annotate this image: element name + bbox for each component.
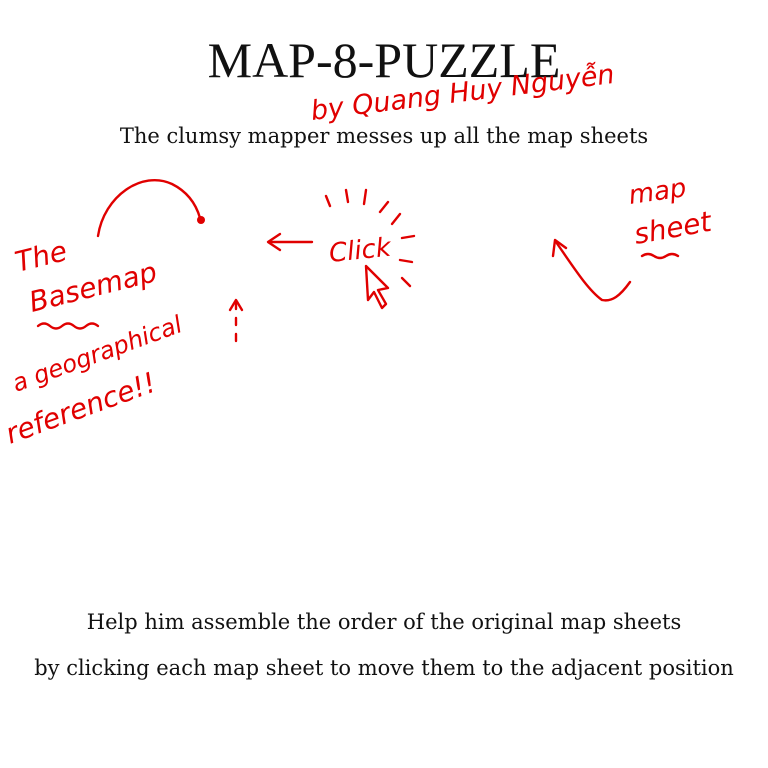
page-subtitle: The clumsy mapper messes up all the map … <box>119 124 649 148</box>
page-title: MAP-8-PUZZLE <box>207 32 561 88</box>
basemap-panel[interactable] <box>40 200 230 560</box>
instruction-line-2: by clicking each map sheet to move them … <box>34 656 734 680</box>
arrow-up-icon <box>228 298 244 344</box>
map-sheet-grid[interactable] <box>250 200 730 560</box>
puzzle-board <box>0 0 768 768</box>
instruction-line-1: Help him assemble the order of the origi… <box>86 610 682 634</box>
